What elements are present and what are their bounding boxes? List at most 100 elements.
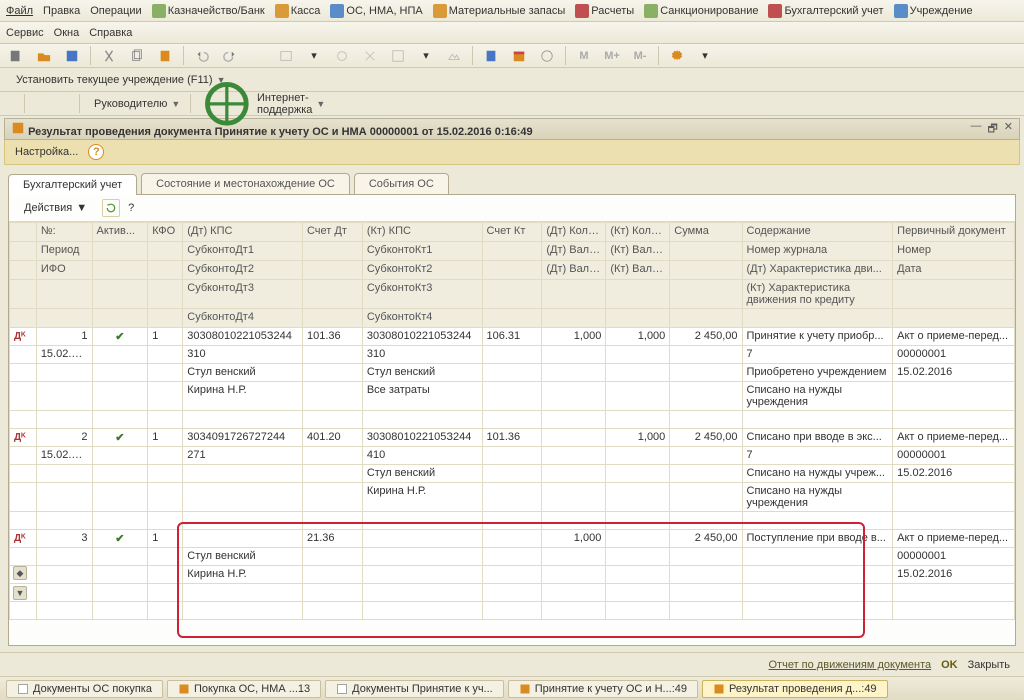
table-subrow[interactable]	[10, 584, 1015, 602]
help-icon[interactable]: ?	[128, 202, 134, 214]
taskbar-item-active[interactable]: Результат проведения д...:49	[702, 680, 888, 698]
menu-windows[interactable]: Окна	[54, 27, 80, 39]
materials-icon	[433, 4, 447, 18]
separator	[183, 46, 184, 65]
toolbar-mplus[interactable]: M+	[602, 46, 622, 66]
help-icon[interactable]: ?	[88, 144, 104, 160]
col-content[interactable]: Содержание	[742, 223, 893, 242]
toolbar-paste[interactable]	[155, 46, 175, 66]
toolbar-misc[interactable]	[332, 46, 352, 66]
toolbar-new[interactable]	[6, 46, 26, 66]
menu-materials[interactable]: Материальные запасы	[433, 4, 566, 18]
table-subrow[interactable]: Стул венскийСписано на нужды учреж...15.…	[10, 465, 1015, 483]
table-subrow[interactable]: Кирина Н.Р.15.02.2016	[10, 566, 1015, 584]
toolbar-misc[interactable]	[444, 46, 464, 66]
rail-down-icon[interactable]: ▼	[13, 586, 27, 600]
menu-os[interactable]: ОС, НМА, НПА	[330, 4, 422, 18]
table-row[interactable]: Дᴷ2✔13034091726727244401.203030801022105…	[10, 429, 1015, 447]
toolbar-dropdown[interactable]: ▾	[695, 46, 715, 66]
menu-help[interactable]: Справка	[89, 27, 132, 39]
taskbar-item[interactable]: Принятие к учету ОС и Н...:49	[508, 680, 698, 698]
menu-service[interactable]: Сервис	[6, 27, 44, 39]
cell-prim-sub: 00000001	[893, 548, 1015, 566]
toolbar-misc[interactable]	[276, 46, 296, 66]
table-subrow[interactable]: Стул венскийСтул венскийПриобретено учре…	[10, 364, 1015, 382]
close-link[interactable]: Закрыть	[968, 659, 1010, 671]
menu-file[interactable]: Файл	[6, 5, 33, 17]
col-active[interactable]: Актив...	[92, 223, 148, 242]
toolbar-mminus[interactable]: M-	[630, 46, 650, 66]
col-num[interactable]: №:	[36, 223, 92, 242]
toolbar-misc[interactable]: ▾	[416, 46, 436, 66]
report-link[interactable]: Отчет по движениям документа	[769, 659, 932, 671]
menu-accounting[interactable]: Бухгалтерский учет	[768, 4, 883, 18]
menu-calc[interactable]: Расчеты	[575, 4, 634, 18]
tab-events[interactable]: События ОС	[354, 173, 449, 194]
cell-prim-sub	[893, 512, 1015, 530]
col-acc-kt[interactable]: Счет Кт	[482, 223, 542, 242]
toolbar-cut[interactable]	[99, 46, 119, 66]
table-subrow[interactable]: Стул венский00000001	[10, 548, 1015, 566]
cell-acc-dt: 401.20	[302, 429, 362, 447]
table-subrow[interactable]: Кирина Н.Р.Списано на нужды учреждения	[10, 483, 1015, 512]
col-sum[interactable]: Сумма	[670, 223, 742, 242]
maximize-button[interactable]: 🗗	[987, 120, 997, 139]
taskbar-item[interactable]: Покупка ОС, НМА ...13	[167, 680, 321, 698]
menu-edit[interactable]: Правка	[43, 5, 80, 17]
cell-prim-sub: 00000001	[893, 447, 1015, 465]
rail-pin-icon[interactable]: ◆	[13, 566, 27, 580]
menu-treasury[interactable]: Казначейство/Банк	[152, 4, 265, 18]
menu-org[interactable]: Учреждение	[894, 4, 973, 18]
toolbar-redo[interactable]	[220, 46, 240, 66]
cell-period	[36, 483, 92, 512]
settings-link[interactable]: Настройка...	[15, 146, 78, 158]
table-subrow[interactable]: 15.02.2016 0:16...310310700000001	[10, 346, 1015, 364]
toolbar-m[interactable]: M	[574, 46, 594, 66]
toolbar-misc[interactable]: ▾	[304, 46, 324, 66]
table-row[interactable]: Дᴷ1✔13030801022105З244101.36303080102210…	[10, 328, 1015, 346]
col-dt-kps[interactable]: (Дт) КПС	[183, 223, 303, 242]
col-qty-kt[interactable]: (Кт) Коли...	[606, 223, 670, 242]
ok-button[interactable]: OK	[941, 659, 958, 671]
cell-sub-kt: 310	[362, 346, 482, 364]
table-subrow[interactable]	[10, 602, 1015, 620]
actions-dropdown[interactable]: Действия▼	[17, 199, 94, 217]
tab-location[interactable]: Состояние и местонахождение ОС	[141, 173, 350, 194]
cashbox-icon	[275, 4, 289, 18]
toolbar-save[interactable]	[62, 46, 82, 66]
minimize-button[interactable]: —	[970, 120, 981, 139]
table-subrow[interactable]	[10, 411, 1015, 429]
toolbar-settings[interactable]	[667, 46, 687, 66]
cell-sub-dt	[183, 465, 303, 483]
taskbar-item[interactable]: Документы ОС покупка	[6, 680, 163, 698]
toolbar-clock[interactable]	[537, 46, 557, 66]
taskbar-item[interactable]: Документы Принятие к уч...	[325, 680, 504, 698]
toolbar-misc[interactable]	[360, 46, 380, 66]
col-kfo[interactable]: КФО	[148, 223, 183, 242]
menu-sanction[interactable]: Санкционирование	[644, 4, 758, 18]
toolbar-copy[interactable]	[127, 46, 147, 66]
table-subrow[interactable]: 15.02.2016 0:16...271410700000001	[10, 447, 1015, 465]
toolbar-misc[interactable]	[388, 46, 408, 66]
close-button[interactable]: ✕	[1004, 120, 1013, 139]
col-kt-kps[interactable]: (Кт) КПС	[362, 223, 482, 242]
tab-accounting[interactable]: Бухгалтерский учет	[8, 174, 137, 195]
cell-sub-kt	[362, 584, 482, 602]
table-row[interactable]: Дᴷ3✔121.361,0002 450,00Поступление при в…	[10, 530, 1015, 548]
table-subrow[interactable]: Кирина Н.Р.Все затратыСписано на нужды у…	[10, 382, 1015, 411]
col-qty-dt[interactable]: (Дт) Коли...	[542, 223, 606, 242]
menu-cashbox[interactable]: Касса	[275, 4, 321, 18]
col-prim-doc[interactable]: Первичный документ	[893, 223, 1015, 242]
toolbar-open[interactable]	[34, 46, 54, 66]
leader-dropdown[interactable]: Руководителю▼	[86, 96, 184, 112]
col-acc-dt[interactable]: Счет Дт	[302, 223, 362, 242]
refresh-button[interactable]	[102, 199, 120, 217]
toolbar-calendar[interactable]	[509, 46, 529, 66]
toolbar-calc[interactable]	[481, 46, 501, 66]
cell-misc	[742, 566, 893, 584]
cell-prim-sub	[893, 584, 1015, 602]
table-subrow[interactable]	[10, 512, 1015, 530]
menu-operations[interactable]: Операции	[90, 5, 141, 17]
toolbar-undo[interactable]	[192, 46, 212, 66]
cell-period: 15.02.2016 0:16...	[36, 447, 92, 465]
